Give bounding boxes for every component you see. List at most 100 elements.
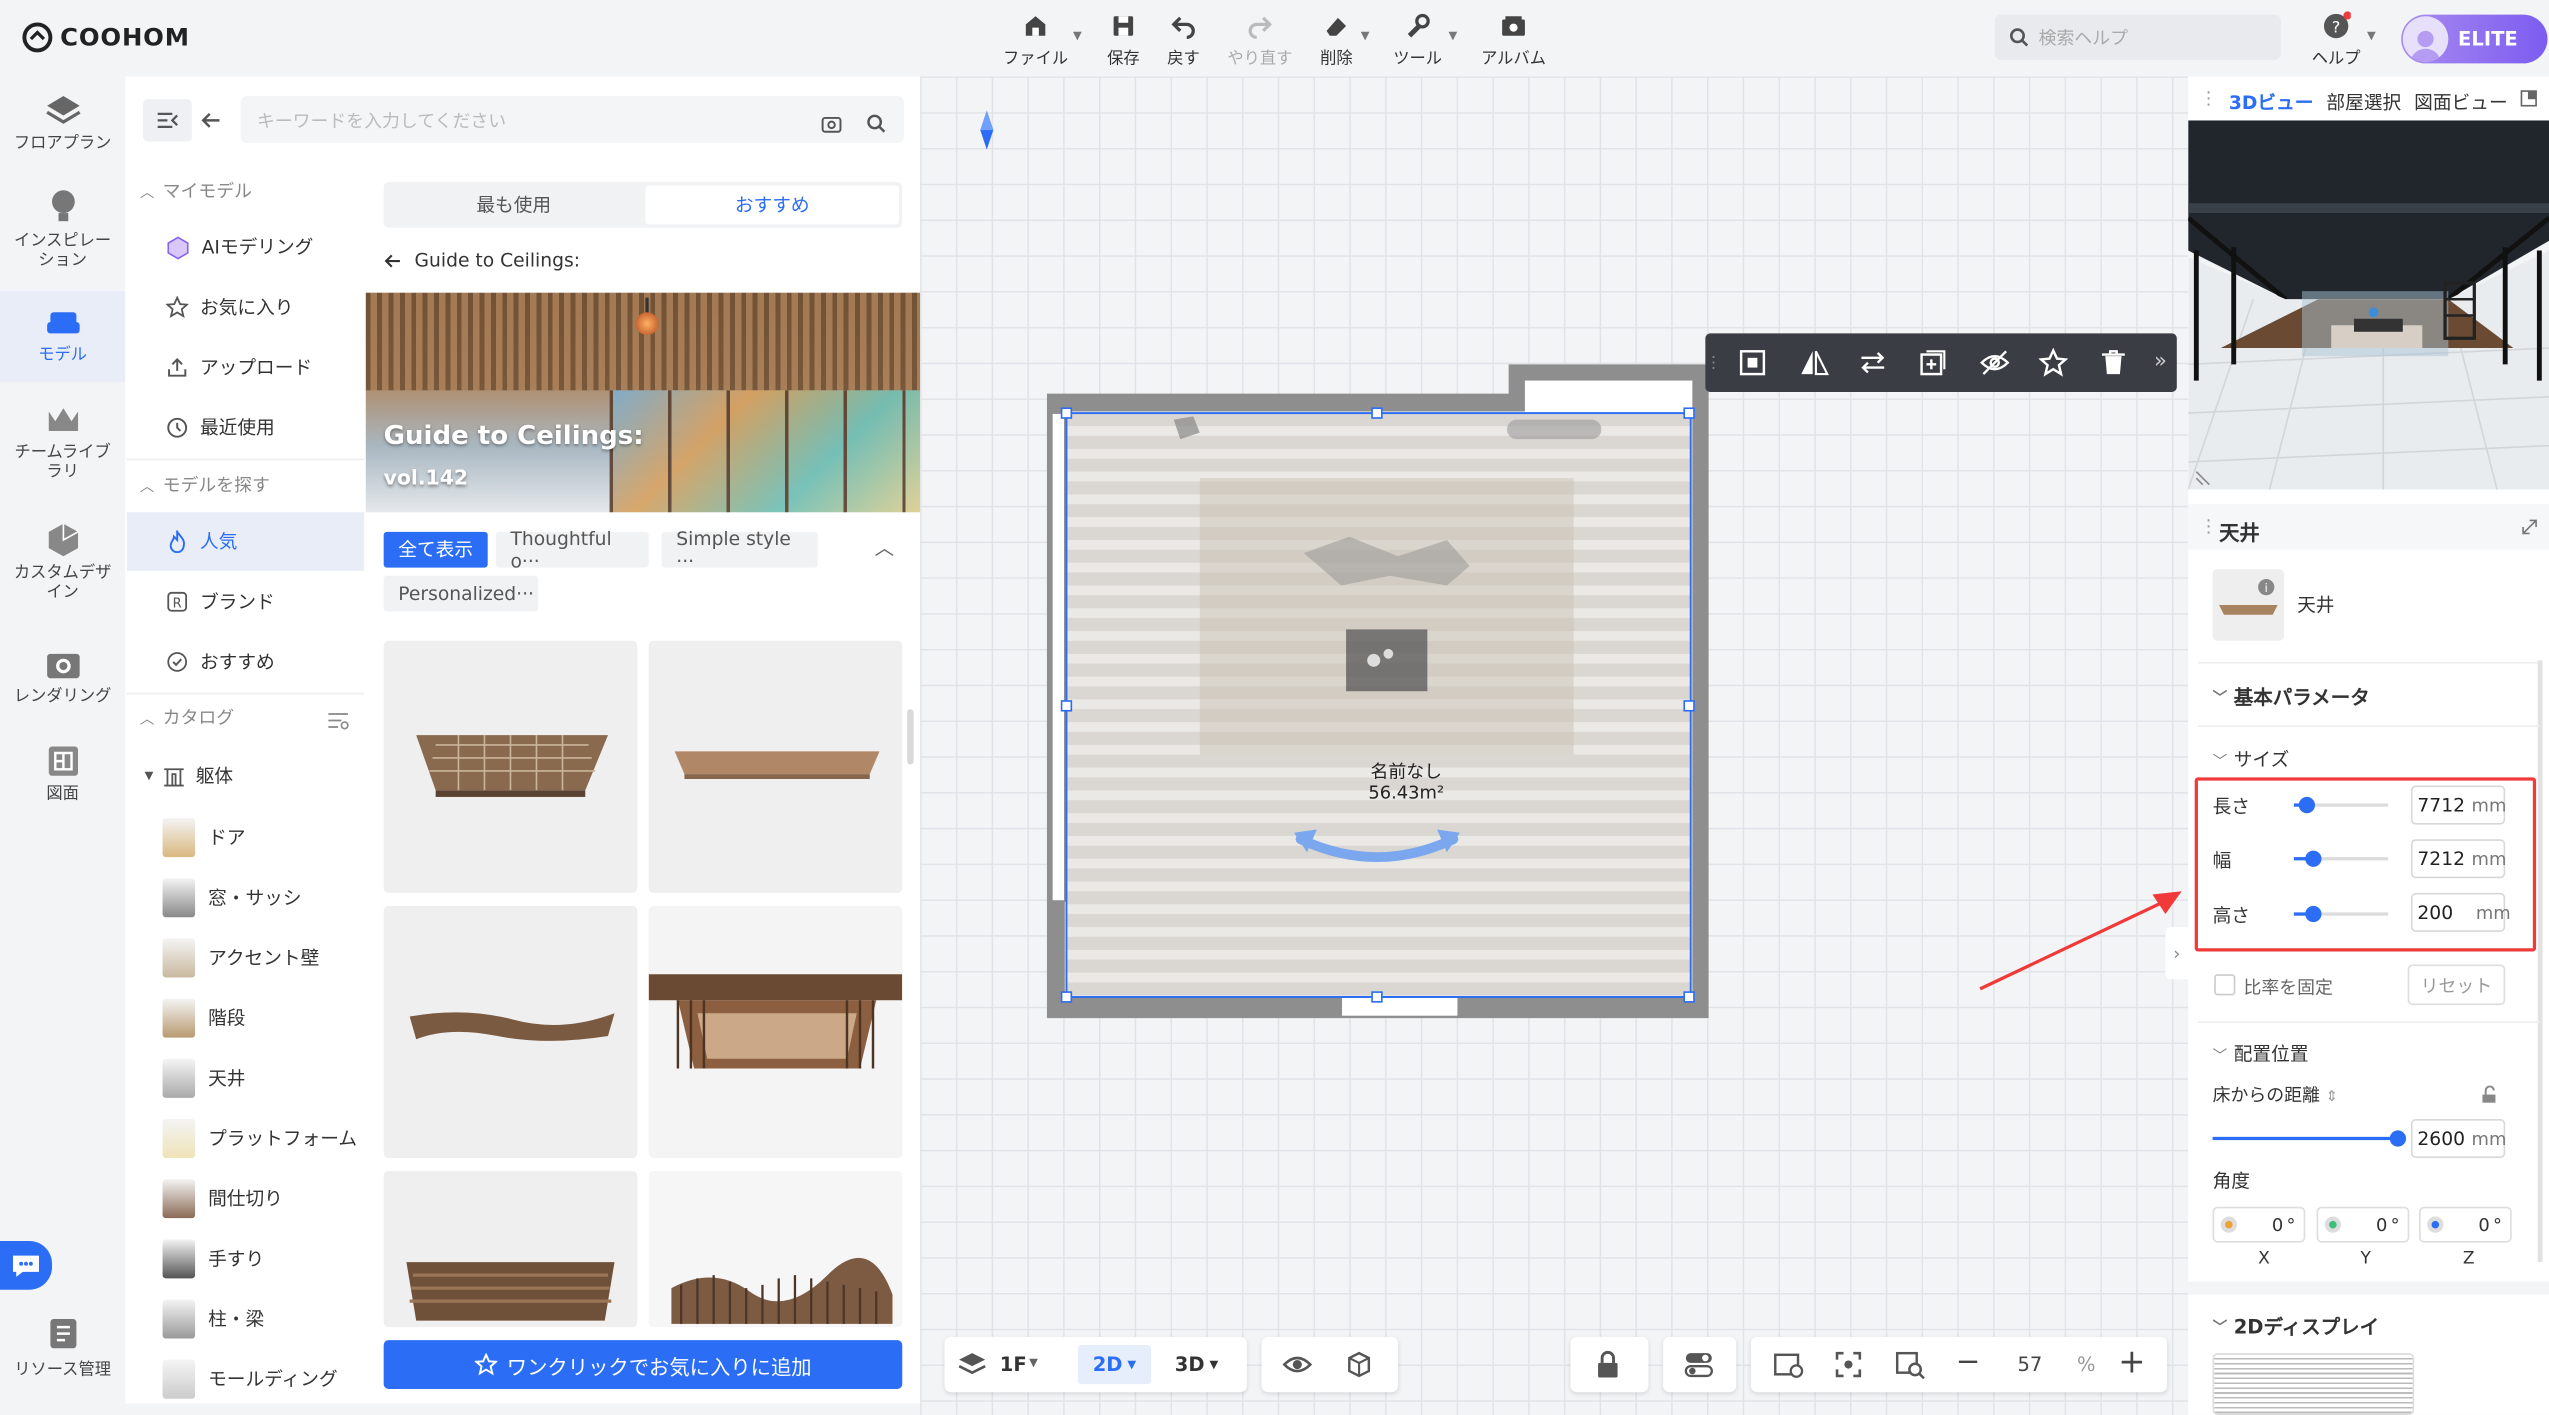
lock-button[interactable] (1595, 1350, 1621, 1386)
floor-distance-slider[interactable] (2212, 1130, 2407, 1147)
expand-icon[interactable] (2521, 519, 2537, 535)
right-panel-scrollbar[interactable] (2537, 660, 2543, 1263)
drag-handle-icon[interactable]: ⋮ (1705, 354, 1721, 372)
rail-inspiration[interactable]: インスピレーション (0, 187, 125, 285)
tab-recommended[interactable]: おすすめ (645, 185, 900, 225)
undo-button[interactable]: 戻す (1161, 11, 1207, 68)
keyword-search-input[interactable]: キーワードを入力してください (240, 95, 904, 144)
model-card[interactable] (648, 905, 903, 1158)
fit-view-button[interactable] (1738, 348, 1767, 384)
rail-rendering[interactable]: レンダリング (0, 646, 125, 718)
visibility-button[interactable] (1282, 1352, 1313, 1385)
model-card[interactable] (648, 640, 903, 893)
file-menu-button[interactable]: ファイル (1003, 11, 1068, 68)
rail-custom-design[interactable]: カスタムデザイン (0, 519, 125, 617)
tab-most-used[interactable]: 最も使用 (387, 185, 641, 224)
chip-show-all[interactable]: 全て表示 (383, 531, 488, 568)
unlock-icon[interactable] (2479, 1085, 2499, 1105)
floor-label[interactable]: 1F (1000, 1353, 1027, 1376)
rail-drawing[interactable]: 図面 (0, 743, 125, 815)
2d-display-pattern-preview[interactable] (2212, 1353, 2415, 1415)
catalog-item-door[interactable]: ドア (162, 813, 245, 862)
room-plan[interactable] (1040, 358, 1716, 1025)
delete-object-button[interactable] (2099, 348, 2128, 384)
back-arrow-button[interactable] (200, 107, 223, 138)
catalog-root-structure[interactable]: ▼ 躯体 (145, 751, 233, 800)
model-card[interactable] (648, 1171, 903, 1328)
save-button[interactable]: 保存 (1101, 11, 1147, 68)
model-card[interactable] (383, 1171, 638, 1328)
hide-button[interactable] (1978, 348, 2011, 384)
toolbar-expand-icon[interactable]: » (2154, 350, 2167, 374)
angle-z-input[interactable]: 0 ° (2419, 1206, 2512, 1243)
catalog-item-ceiling[interactable]: 天井 (162, 1054, 245, 1103)
focus-button[interactable] (1834, 1350, 1863, 1386)
view-3d-button[interactable]: 3D ▼ (1164, 1345, 1229, 1384)
delete-button[interactable]: 削除 (1314, 11, 1360, 68)
guide-back-link[interactable]: Guide to Ceilings: (384, 249, 580, 272)
explore-section-header[interactable]: ︿ モデルを探す (140, 472, 270, 498)
catalog-section-header[interactable]: ︿ カタログ (140, 704, 234, 730)
coohom-logo[interactable]: COOHOM (21, 20, 190, 56)
chips-collapse-icon[interactable]: ︿ (875, 533, 895, 561)
nav-brand[interactable]: R ブランド (127, 572, 364, 631)
view-2d-button[interactable]: 2D ▼ (1077, 1345, 1151, 1385)
replace-button[interactable] (1858, 348, 1887, 384)
zoom-fit-button[interactable] (1894, 1350, 1927, 1386)
display-2d-header[interactable]: ﹀ 2Dディスプレイ (2213, 1313, 2380, 1341)
my-models-section-header[interactable]: ︿ マイモデル (140, 177, 252, 203)
drag-handle-icon[interactable]: ⋮ (2200, 516, 2218, 537)
album-button[interactable]: アルバム (1479, 11, 1547, 68)
catalog-item-column[interactable]: 柱・梁 (162, 1295, 264, 1344)
favorite-object-button[interactable] (2038, 347, 2069, 384)
nav-favorites[interactable]: お気に入り (127, 278, 364, 337)
elite-account-badge[interactable]: ELITE (2401, 14, 2548, 64)
floor-distance-input[interactable]: 2600 mm (2410, 1118, 2506, 1158)
rail-team-library[interactable]: チームライブラリ (0, 402, 125, 493)
chip-simple-style[interactable]: Simple style ··· (661, 527, 818, 572)
catalog-item-accent-wall[interactable]: アクセント壁 (162, 934, 319, 983)
add-to-favorites-button[interactable]: ワンクリックでお気に入りに追加 (383, 1340, 903, 1389)
tools-menu-button[interactable]: ツール (1390, 11, 1445, 68)
catalog-filter-button[interactable] (327, 706, 350, 737)
material-display-button[interactable] (1344, 1350, 1373, 1386)
catalog-item-stairs[interactable]: 階段 (162, 994, 245, 1043)
mirror-button[interactable] (1798, 348, 1831, 384)
redo-button[interactable]: やり直す (1224, 11, 1296, 68)
angle-x-input[interactable]: 0 ° (2212, 1206, 2306, 1243)
compass-icon[interactable] (975, 107, 998, 153)
catalog-scrollbar[interactable] (907, 709, 914, 765)
rail-floorplan[interactable]: フロアプラン (0, 93, 125, 174)
catalog-item-platform[interactable]: プラットフォーム (162, 1114, 357, 1163)
nav-recent[interactable]: 最近使用 (127, 398, 364, 457)
reset-button[interactable]: リセット (2407, 964, 2506, 1006)
image-search-button[interactable] (821, 109, 842, 140)
view-settings-button[interactable] (1772, 1350, 1805, 1386)
guide-banner[interactable]: Guide to Ceilings: vol.142 (365, 292, 921, 513)
popout-icon[interactable] (2520, 89, 2538, 107)
resize-corner-icon[interactable] (2193, 468, 2213, 488)
tab-3d-view[interactable]: 3Dビュー (2229, 89, 2314, 115)
placement-header[interactable]: ﹀ 配置位置 (2213, 1041, 2309, 1067)
nav-recommended[interactable]: おすすめ (127, 633, 364, 692)
rail-model[interactable]: モデル (0, 291, 126, 383)
search-submit-button[interactable] (866, 109, 886, 140)
size-header[interactable]: ﹀ サイズ (2213, 747, 2290, 773)
catalog-item-partition[interactable]: 間仕切り (162, 1174, 283, 1223)
drag-handle-icon[interactable]: ⋮ (2200, 88, 2218, 109)
3d-preview[interactable] (2188, 120, 2549, 490)
nav-upload[interactable]: アップロード (127, 338, 364, 397)
collapse-panel-button[interactable] (143, 99, 192, 142)
slider-knob[interactable] (2389, 1130, 2407, 1147)
angle-y-input[interactable]: 0 ° (2316, 1206, 2410, 1243)
floor-distance-label[interactable]: 床からの距離 ⇕ (2213, 1082, 2338, 1108)
rail-resource-management[interactable]: リソース管理 (0, 1316, 125, 1394)
help-search-input[interactable]: 検索ヘルプ (1994, 14, 2281, 61)
zoom-input[interactable]: 57 % (1985, 1345, 2112, 1384)
nav-ai-modeling[interactable]: AIモデリング (127, 218, 364, 277)
catalog-item-handrail[interactable]: 手すり (162, 1234, 264, 1283)
collapse-right-panel-button[interactable]: › (2165, 927, 2189, 980)
tab-drawing-view[interactable]: 図面ビュー (2414, 89, 2507, 115)
help-button[interactable]: ? ヘルプ (2310, 11, 2362, 68)
chat-support-button[interactable] (0, 1240, 53, 1290)
